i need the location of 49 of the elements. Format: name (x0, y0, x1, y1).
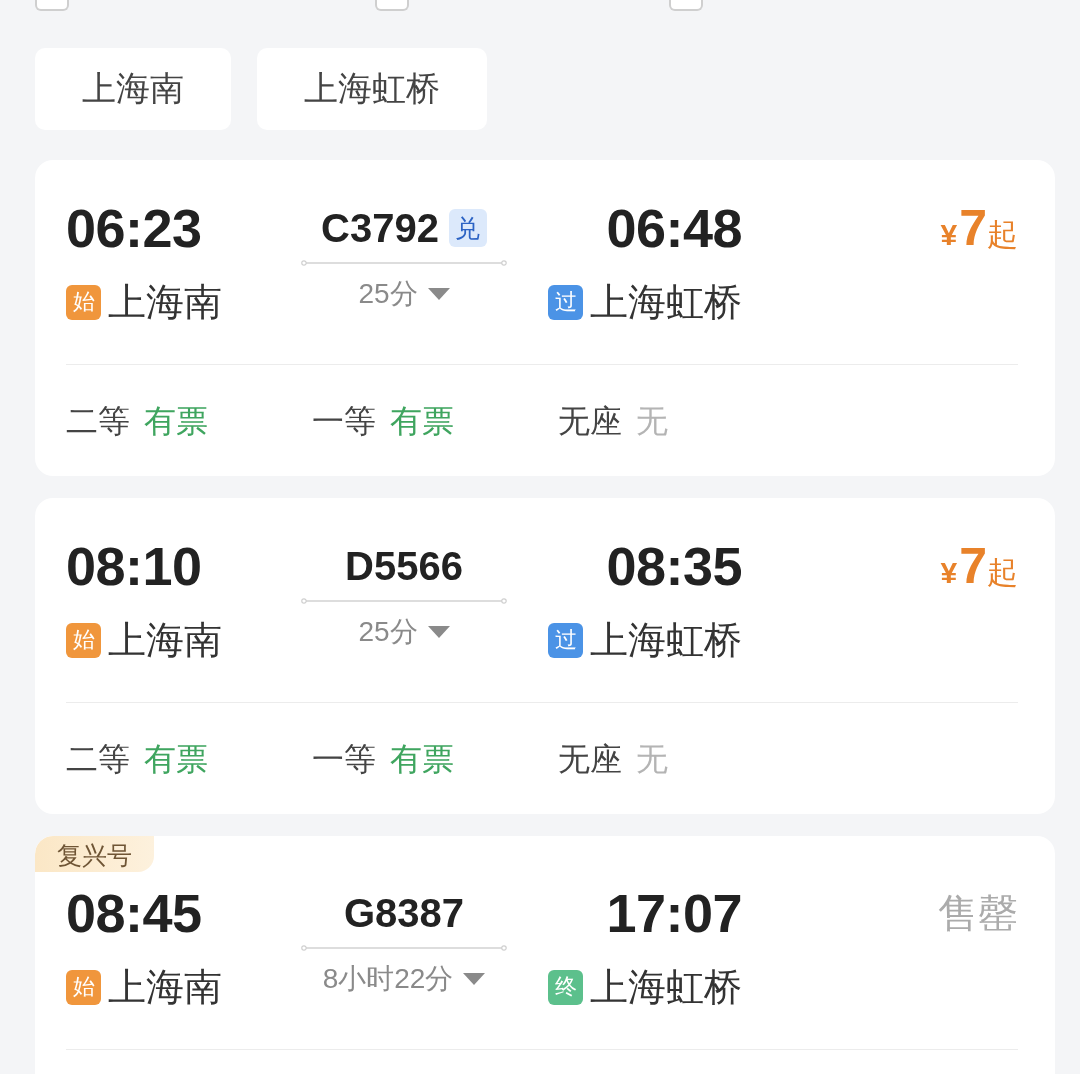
train-type-tag: 复兴号 (35, 836, 154, 872)
station-tag: 终 (548, 969, 583, 1005)
train-card[interactable]: 08:10 始 上海南 D5566 25分 08:35 过 上海虹桥 ¥7起 二等 有票 一等 有票 无座 无 (35, 498, 1055, 814)
seat-class: 一等 (312, 740, 376, 779)
arrival-time: 06:48 (606, 197, 742, 260)
train-card[interactable]: 06:23 始 上海南 C3792 兑 25分 06:48 过 上海虹桥 ¥7起 二等 有票 一等 有票 无座 无 (35, 160, 1055, 476)
caret-icon (463, 973, 486, 985)
checkbox[interactable] (669, 0, 703, 11)
station-name: 上海南 (108, 280, 222, 324)
ticket-badge: 兑 (448, 209, 487, 247)
sold-out-label: 售罄 (938, 890, 1018, 937)
station-name: 上海虹桥 (590, 280, 742, 324)
seat-class: 无座 (558, 740, 622, 779)
arrival-time: 08:35 (606, 535, 742, 598)
arrival-time: 17:07 (606, 882, 742, 945)
station-tag: 过 (548, 622, 583, 658)
checkbox[interactable] (375, 0, 409, 11)
departure-time: 08:45 (66, 882, 202, 945)
station-tag: 始 (66, 622, 101, 658)
train-number: G8387 (343, 890, 465, 936)
station-tag: 始 (66, 969, 101, 1005)
seat-class: 二等 (66, 402, 130, 441)
departure-time: 06:23 (66, 197, 202, 260)
train-number: C3792 (321, 205, 439, 251)
seat-availability: 有票 (390, 740, 454, 779)
seat-class: 一等 (312, 402, 376, 441)
seat-availability: 有票 (144, 740, 208, 779)
station-filter-chip[interactable]: 上海虹桥 (257, 48, 487, 130)
station-filter-chip[interactable]: 上海南 (35, 48, 231, 130)
seat-availability: 无 (636, 740, 668, 779)
station-name: 上海虹桥 (590, 618, 742, 662)
caret-icon (427, 626, 450, 638)
seat-availability: 无 (636, 402, 668, 441)
checkbox[interactable] (35, 0, 69, 11)
station-tag: 过 (548, 284, 583, 320)
departure-time: 08:10 (66, 535, 202, 598)
seat-class: 二等 (66, 740, 130, 779)
caret-icon (427, 288, 450, 300)
station-tag: 始 (66, 284, 101, 320)
seat-availability: 有票 (390, 402, 454, 441)
station-name: 上海南 (108, 965, 222, 1009)
price: ¥7起 (940, 537, 1018, 596)
train-card[interactable]: 复兴号 08:45 始 上海南 G8387 8小时22分 17:07 终 上海虹桥 售罄 (35, 836, 1055, 1074)
price: ¥7起 (940, 199, 1018, 258)
seat-availability: 有票 (144, 402, 208, 441)
station-name: 上海南 (108, 618, 222, 662)
train-number: D5566 (345, 543, 463, 589)
station-name: 上海虹桥 (590, 965, 742, 1009)
seat-class: 无座 (558, 402, 622, 441)
